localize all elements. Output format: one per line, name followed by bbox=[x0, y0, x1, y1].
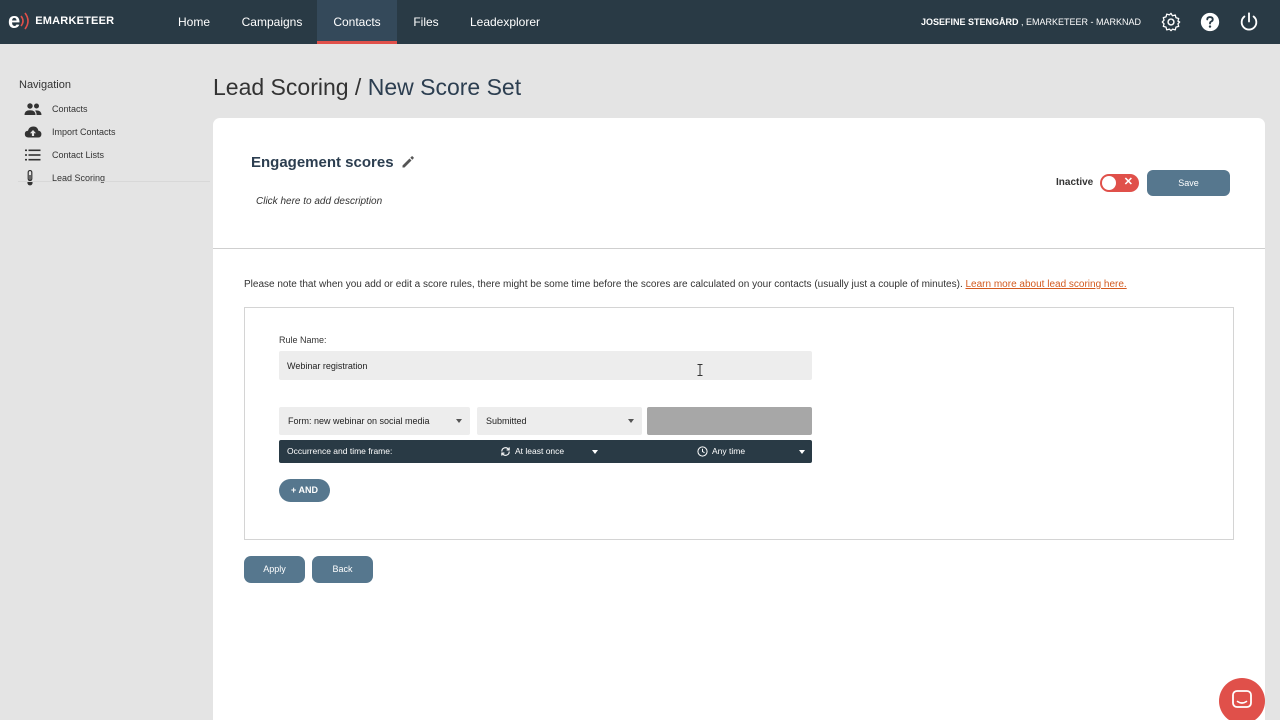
top-navigation-bar: e EMARKETEER Home Campaigns Contacts Fil… bbox=[0, 0, 1280, 44]
timeframe-select[interactable]: Any time bbox=[697, 440, 745, 463]
sidebar-item-contacts[interactable]: Contacts bbox=[24, 99, 209, 119]
help-icon[interactable] bbox=[1199, 11, 1221, 33]
thermometer-icon bbox=[27, 170, 33, 186]
sidebar-item-label: Import Contacts bbox=[52, 127, 116, 137]
condition-value-field[interactable] bbox=[647, 407, 812, 435]
sidebar-divider bbox=[18, 181, 210, 182]
sidebar-item-contact-lists[interactable]: Contact Lists bbox=[24, 145, 209, 165]
status-label: Inactive bbox=[1056, 177, 1094, 188]
sidebar-item-import-contacts[interactable]: Import Contacts bbox=[24, 122, 209, 142]
nav-tab-files[interactable]: Files bbox=[403, 0, 449, 44]
info-note-text: Please note that when you add or edit a … bbox=[244, 279, 966, 290]
apply-button[interactable]: Apply bbox=[244, 556, 305, 583]
nav-tab-home[interactable]: Home bbox=[167, 0, 221, 44]
breadcrumb-separator: / bbox=[348, 74, 368, 100]
learn-more-link[interactable]: Learn more about lead scoring here. bbox=[966, 279, 1127, 290]
chat-launcher-button[interactable] bbox=[1219, 678, 1265, 720]
people-icon bbox=[24, 103, 42, 115]
section-divider bbox=[213, 248, 1265, 249]
sidebar-item-label: Contact Lists bbox=[52, 150, 105, 160]
sidebar-item-label: Contacts bbox=[52, 104, 88, 114]
save-button[interactable]: Save bbox=[1147, 170, 1230, 196]
gear-icon[interactable] bbox=[1160, 11, 1182, 33]
occurrence-bar: Occurrence and time frame: At least once… bbox=[279, 440, 812, 463]
brand-name: EMARKETEER bbox=[35, 15, 115, 27]
chevron-down-icon[interactable] bbox=[592, 450, 598, 454]
condition-source-select[interactable]: Form: new webinar on social media bbox=[279, 407, 470, 435]
timeframe-value: Any time bbox=[712, 446, 746, 456]
breadcrumb-parent[interactable]: Lead Scoring bbox=[213, 74, 349, 100]
score-set-name[interactable]: Engagement scores bbox=[251, 154, 394, 171]
rule-name-input[interactable] bbox=[279, 351, 812, 380]
page-title: Lead Scoring / New Score Set bbox=[213, 74, 521, 101]
text-cursor-icon bbox=[697, 364, 703, 376]
rule-editor: Rule Name: Form: new webinar on social m… bbox=[244, 307, 1234, 540]
repeat-icon bbox=[501, 447, 510, 456]
description-placeholder[interactable]: Click here to add description bbox=[256, 196, 382, 207]
occurrence-select[interactable]: At least once bbox=[500, 440, 564, 463]
info-note: Please note that when you add or edit a … bbox=[244, 279, 1127, 290]
user-org: , EMARKETEER - MARKNAD bbox=[1018, 17, 1141, 27]
nav-tab-campaigns[interactable]: Campaigns bbox=[236, 0, 308, 44]
chat-icon bbox=[1232, 690, 1252, 708]
close-icon: ✕ bbox=[1123, 176, 1133, 188]
toggle-knob bbox=[1102, 176, 1116, 190]
pencil-icon[interactable] bbox=[401, 155, 415, 169]
nav-tab-leadexplorer[interactable]: Leadexplorer bbox=[466, 0, 544, 44]
cloud-upload-icon bbox=[24, 126, 42, 138]
condition-event-value: Submitted bbox=[486, 416, 527, 426]
condition-event-select[interactable]: Submitted bbox=[477, 407, 642, 435]
chevron-down-icon bbox=[628, 419, 634, 423]
active-toggle[interactable]: ✕ bbox=[1100, 174, 1139, 192]
chevron-down-icon bbox=[456, 419, 462, 423]
clock-icon bbox=[697, 446, 708, 457]
occurrence-label: Occurrence and time frame: bbox=[287, 446, 393, 456]
back-button[interactable]: Back bbox=[312, 556, 373, 583]
user-name: JOSEFINE STENGÅRD bbox=[920, 17, 1019, 27]
add-and-condition-button[interactable]: + AND bbox=[279, 479, 330, 502]
score-set-card: Engagement scores Click here to add desc… bbox=[213, 118, 1265, 720]
current-user[interactable]: JOSEFINE STENGÅRD , EMARKETEER - MARKNAD bbox=[921, 0, 1141, 44]
power-icon[interactable] bbox=[1238, 11, 1260, 33]
occurrence-value: At least once bbox=[515, 446, 565, 456]
list-icon bbox=[25, 149, 41, 161]
sidebar-item-lead-scoring[interactable]: Lead Scoring bbox=[24, 168, 209, 188]
chevron-down-icon[interactable] bbox=[799, 450, 805, 454]
brand-logo[interactable]: e EMARKETEER bbox=[8, 8, 114, 34]
condition-source-value: Form: new webinar on social media bbox=[288, 416, 430, 426]
breadcrumb-current: New Score Set bbox=[367, 74, 522, 100]
sidebar-title: Navigation bbox=[19, 79, 71, 91]
signal-waves-icon bbox=[20, 12, 30, 30]
rule-name-label: Rule Name: bbox=[279, 335, 327, 345]
nav-tab-contacts[interactable]: Contacts bbox=[317, 0, 397, 44]
